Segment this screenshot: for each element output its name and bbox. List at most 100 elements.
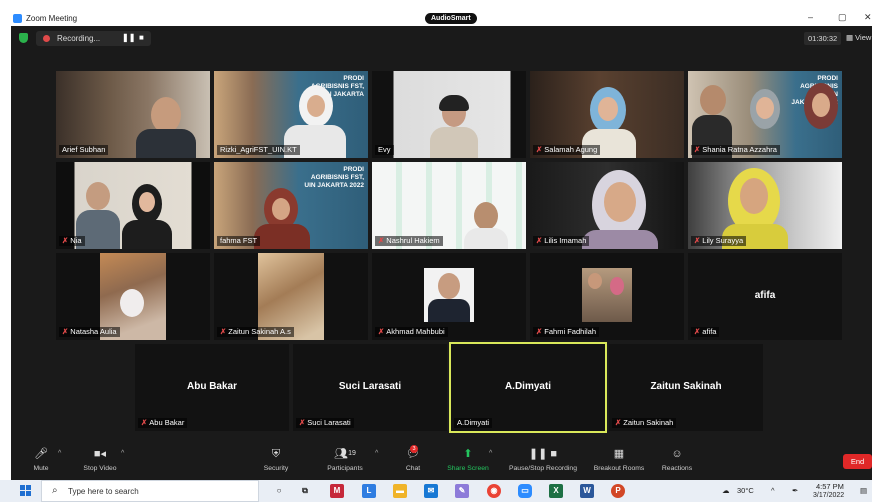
- active-speaker-tile[interactable]: A.Dimyati A.Dimyati: [449, 342, 607, 433]
- participant-face: [151, 97, 181, 133]
- participant-name: ✗ Salamah Agung: [533, 145, 601, 155]
- muted-mic-icon: ✗: [536, 145, 543, 154]
- excel-icon[interactable]: X: [549, 484, 563, 498]
- video-tile[interactable]: ✗ Nia: [56, 162, 210, 249]
- recording-indicator: Recording... ❚❚ ■: [36, 31, 151, 46]
- pen-icon[interactable]: ✒: [792, 486, 798, 495]
- taskbar-search-box[interactable]: ⌕ Type here to search: [41, 480, 259, 502]
- video-tile[interactable]: Arief Subhan: [56, 71, 210, 158]
- chat-button[interactable]: 💬︎ 3 Chat: [401, 445, 425, 472]
- participant-hair: [439, 95, 469, 111]
- audiosmart-badge: AudioSmart: [425, 13, 477, 24]
- video-tile[interactable]: afifa ✗ afifa: [688, 253, 842, 340]
- video-tile[interactable]: ✗ Zaitun Sakinah A.s: [214, 253, 368, 340]
- video-tile[interactable]: Zaitun Sakinah ✗ Zaitun Sakinah: [609, 344, 763, 431]
- video-tile[interactable]: Evy: [372, 71, 526, 158]
- participant-face: [812, 93, 830, 117]
- participants-icon: 👥︎19: [334, 448, 356, 460]
- zoom-taskbar-icon[interactable]: ▭: [518, 484, 532, 498]
- mute-button[interactable]: 🎤︎ Mute: [29, 447, 53, 472]
- mcafee-icon[interactable]: M: [330, 484, 344, 498]
- participant-name: ✗ Lily Surayya: [691, 236, 747, 246]
- pause-recording-icon[interactable]: ❚❚: [122, 33, 135, 42]
- video-tile[interactable]: PRODI AGRIBISNIS FST, UIN JAKARTA Rizki_…: [214, 71, 368, 158]
- participant-face: [272, 198, 290, 220]
- pause-stop-recording-button[interactable]: ❚❚ ■ Pause/Stop Recording: [503, 447, 583, 472]
- participant-display-name: Suci Larasati: [338, 380, 402, 392]
- participant-display-name: A.Dimyati: [504, 380, 552, 392]
- participant-name: ✗ Zaitun Sakinah: [612, 418, 677, 428]
- paint-icon[interactable]: ✎: [455, 484, 469, 498]
- recording-label: Recording...: [57, 34, 101, 43]
- participant-name: ✗ Suci Larasati: [296, 418, 354, 428]
- video-tile[interactable]: ✗ Lily Surayya: [688, 162, 842, 249]
- powerpoint-icon[interactable]: P: [611, 484, 625, 498]
- participants-button[interactable]: 👥︎19 Participants: [321, 447, 369, 472]
- clock-time: 4:57 PM: [816, 482, 844, 491]
- muted-mic-icon: ✗: [62, 236, 69, 245]
- security-shield-icon[interactable]: [19, 33, 28, 43]
- video-tile[interactable]: PRODI AGRIBISNIS FST, UIN JAKARTA 2022 ✗…: [688, 71, 842, 158]
- stop-video-button[interactable]: ■◂ Stop Video: [79, 447, 121, 472]
- windows-start-icon[interactable]: [20, 485, 32, 497]
- participant-name: ✗ Fahmi Fadhilah: [533, 327, 599, 337]
- participant-name: ✗ Abu Bakar: [138, 418, 188, 428]
- video-tile[interactable]: ✗ Lilis Imamah: [530, 162, 684, 249]
- participants-caret-icon[interactable]: ^: [375, 450, 378, 457]
- file-explorer-icon[interactable]: ▬: [393, 484, 407, 498]
- mute-label: Mute: [33, 465, 49, 472]
- mail-icon[interactable]: ✉: [424, 484, 438, 498]
- window-title: Zoom Meeting: [26, 14, 78, 23]
- notifications-icon[interactable]: ▤: [860, 486, 867, 495]
- launcher-icon[interactable]: L: [362, 484, 376, 498]
- muted-mic-icon: ✗: [536, 327, 543, 336]
- view-button[interactable]: ▦ View: [846, 33, 871, 42]
- reactions-button[interactable]: ☺︎ Reactions: [659, 447, 695, 472]
- task-view-icon[interactable]: ⧉: [298, 484, 312, 498]
- video-tile[interactable]: ✗ Nashrul Hakiem: [372, 162, 526, 249]
- video-tile[interactable]: ✗ Fahmi Fadhilah: [530, 253, 684, 340]
- video-options-caret-icon[interactable]: ^: [121, 450, 124, 457]
- video-tile[interactable]: PRODI AGRIBISNIS FST, UIN JAKARTA 2022 f…: [214, 162, 368, 249]
- video-tile[interactable]: Abu Bakar ✗ Abu Bakar: [135, 344, 289, 431]
- participant-face: [740, 178, 768, 214]
- participant-body: [254, 224, 310, 249]
- end-meeting-button[interactable]: End: [843, 454, 872, 469]
- microphone-icon: 🎤︎: [34, 448, 48, 460]
- participant-mask: [120, 289, 144, 317]
- participant-face: [756, 97, 774, 119]
- chat-icon: 💬︎ 3: [406, 445, 420, 460]
- video-tile[interactable]: ✗ Salamah Agung: [530, 71, 684, 158]
- security-label: Security: [263, 465, 289, 472]
- reactions-label: Reactions: [661, 465, 693, 472]
- participant-hijab: [610, 277, 624, 295]
- participant-display-name: Zaitun Sakinah: [650, 380, 722, 392]
- meeting-timer: 01:30:32: [804, 32, 842, 45]
- tray-chevron-icon[interactable]: ^: [771, 486, 775, 495]
- participant-name: Evy: [375, 145, 394, 155]
- video-tile[interactable]: Suci Larasati ✗ Suci Larasati: [293, 344, 447, 431]
- share-screen-label: Share Screen: [447, 465, 489, 472]
- cortana-icon[interactable]: ○: [272, 484, 286, 498]
- temperature: 30°C: [737, 486, 754, 495]
- word-icon[interactable]: W: [580, 484, 594, 498]
- breakout-rooms-button[interactable]: ▦ Breakout Rooms: [589, 447, 649, 472]
- muted-mic-icon: ✗: [220, 327, 227, 336]
- video-tile[interactable]: ✗ Natasha Aulia: [56, 253, 210, 340]
- audio-options-caret-icon[interactable]: ^: [58, 450, 61, 457]
- close-button[interactable]: ✕: [864, 12, 872, 23]
- video-tile[interactable]: ✗ Akhmad Mahbubi: [372, 253, 526, 340]
- recording-dot-icon: [43, 35, 50, 42]
- stop-recording-icon[interactable]: ■: [139, 33, 144, 42]
- minimize-button[interactable]: –: [808, 12, 813, 22]
- chrome-icon[interactable]: ◉: [487, 484, 501, 498]
- maximize-button[interactable]: ▢: [838, 12, 847, 23]
- security-button[interactable]: ⛨ Security: [259, 447, 293, 472]
- reactions-icon: ☺︎: [671, 448, 683, 460]
- share-options-caret-icon[interactable]: ^: [489, 450, 492, 457]
- meeting-top-bar: Recording... ❚❚ ■ 01:30:32 ▦ View: [11, 26, 872, 52]
- participant-name: fahma FST: [217, 236, 261, 246]
- share-screen-button[interactable]: ⬆ Share Screen: [444, 447, 492, 472]
- participant-name: ✗ Natasha Aulia: [59, 327, 120, 337]
- weather-icon[interactable]: ☁: [722, 486, 730, 495]
